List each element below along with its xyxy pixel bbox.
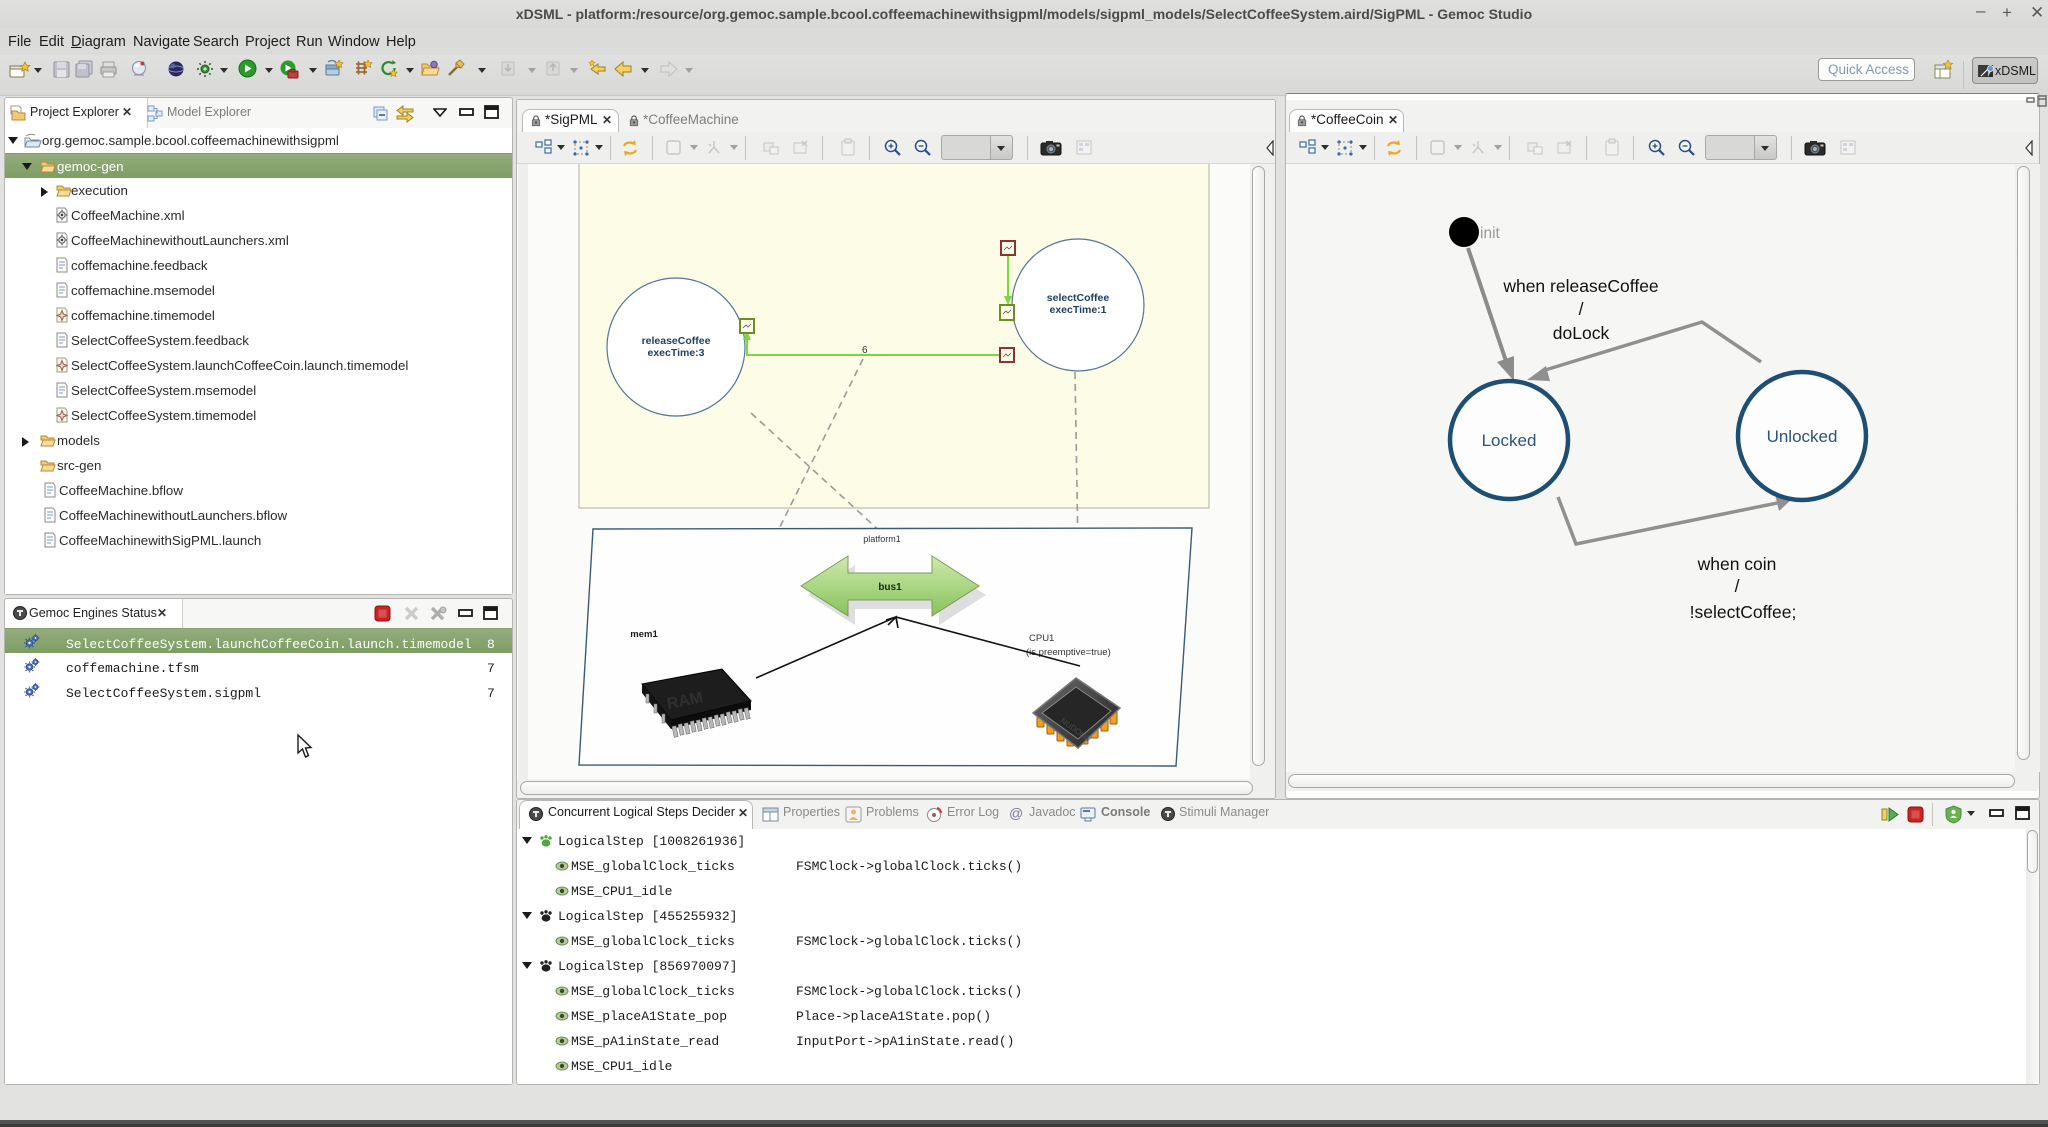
svg-text:doLock: doLock (1553, 323, 1610, 343)
svg-text:init: init (1480, 225, 1501, 242)
svg-text:when coin: when coin (1697, 554, 1777, 574)
svg-text:platform1: platform1 (863, 534, 901, 544)
svg-text:when releaseCoffee: when releaseCoffee (1502, 276, 1658, 296)
svg-text:/: / (1579, 299, 1584, 319)
svg-text:releaseCoffee: releaseCoffee (642, 335, 711, 347)
svg-text:bus1: bus1 (878, 582, 902, 593)
svg-text:/: / (1735, 576, 1740, 596)
svg-text:mem1: mem1 (630, 629, 658, 640)
svg-text:selectCoffee: selectCoffee (1047, 292, 1110, 304)
svg-text:Unlocked: Unlocked (1767, 427, 1838, 446)
svg-text:!selectCoffee;: !selectCoffee; (1690, 602, 1797, 622)
svg-text:execTime:1: execTime:1 (1049, 304, 1106, 316)
svg-text:6: 6 (862, 345, 868, 356)
svg-text:execTime:3: execTime:3 (647, 347, 704, 359)
svg-text:CPU1: CPU1 (1029, 633, 1054, 644)
svg-text:(is preemptive=true): (is preemptive=true) (1026, 647, 1111, 658)
svg-text:Locked: Locked (1482, 431, 1537, 450)
